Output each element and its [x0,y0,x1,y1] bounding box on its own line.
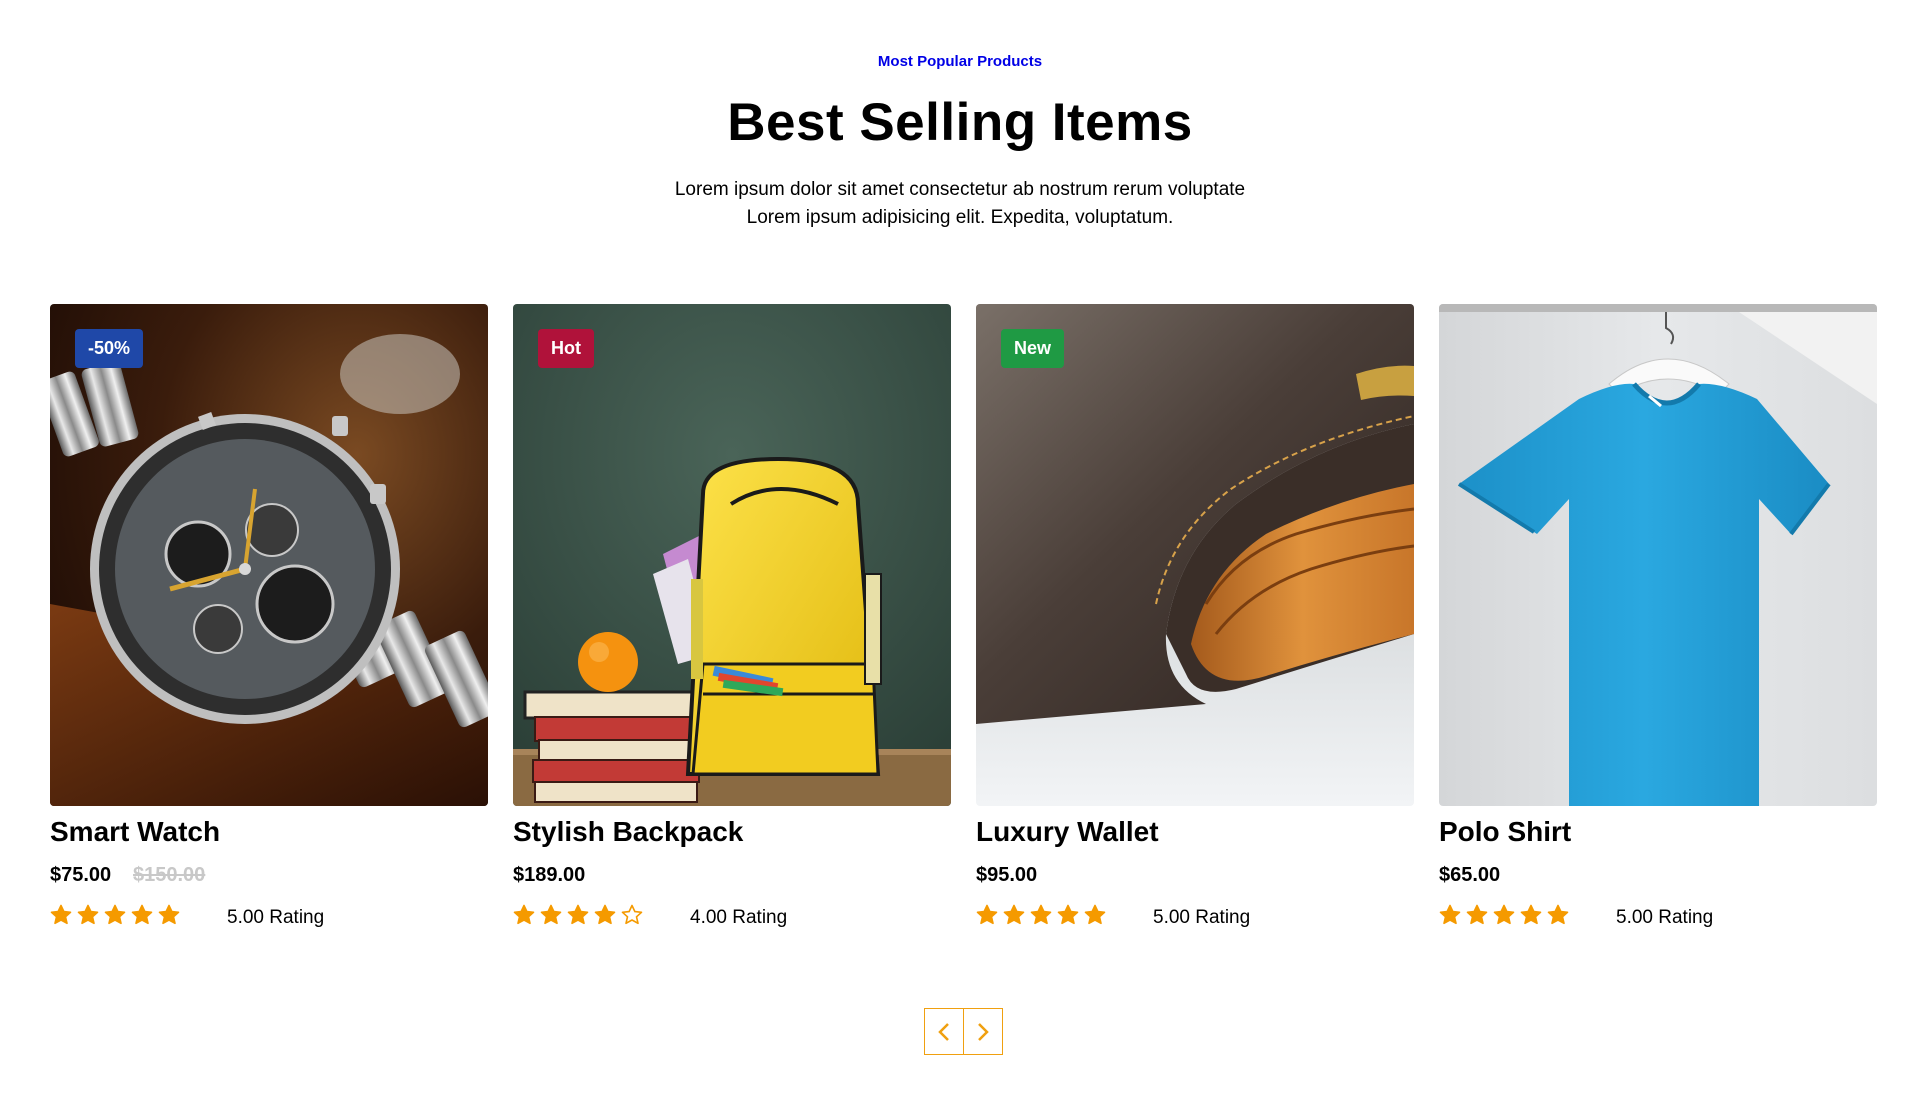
star-filled-icon [1084,904,1106,925]
star-filled-icon [104,904,126,925]
star-rating [976,904,1106,930]
product-grid: -50% Smart Watch $75.00 $150.00 5.00 Rat… [50,304,1878,944]
rating-text: 5.00 Rating [1616,907,1714,928]
star-outline-icon [621,904,643,925]
carousel-prev-button[interactable] [924,1008,964,1055]
product-old-price: $150.00 [133,864,206,886]
star-rating [50,904,180,930]
product-badge: Hot [538,329,594,368]
product-price: $189.00 [513,864,586,886]
product-image-link[interactable]: Hot [513,304,951,806]
backpack-image [513,304,951,806]
star-filled-icon [158,904,180,925]
carousel-pager [924,1008,1003,1055]
star-filled-icon [1003,904,1025,925]
product-card[interactable]: Polo Shirt $65.00 5.00 Rating [1439,304,1877,944]
carousel-next-button[interactable] [962,1008,1003,1055]
smart-watch-image [50,304,488,806]
product-price: $65.00 [1439,864,1501,886]
chevron-right-icon [977,1022,989,1041]
section-description: Lorem ipsum dolor sit amet consectetur a… [674,179,1246,228]
product-name[interactable]: Smart Watch [50,816,220,848]
star-filled-icon [77,904,99,925]
product-name[interactable]: Stylish Backpack [513,816,743,848]
rating-text: 5.00 Rating [227,907,325,928]
product-name[interactable]: Luxury Wallet [976,816,1159,848]
product-price: $95.00 [976,864,1038,886]
section-title: Best Selling Items [727,93,1193,152]
star-rating [1439,904,1569,930]
star-filled-icon [1547,904,1569,925]
product-image-link[interactable]: -50% [50,304,488,806]
product-badge: New [1001,329,1065,368]
product-image-link[interactable] [1439,304,1877,806]
star-rating [513,904,643,930]
product-name[interactable]: Polo Shirt [1439,816,1571,848]
product-badge: -50% [75,329,144,368]
rating-text: 4.00 Rating [690,907,788,928]
wallet-image [976,304,1414,806]
product-card[interactable]: New Luxury Wallet $95.00 5.00 Rating [976,304,1414,944]
star-filled-icon [1057,904,1079,925]
star-filled-icon [131,904,153,925]
product-image-link[interactable]: New [976,304,1414,806]
star-filled-icon [513,904,535,925]
star-filled-icon [1030,904,1052,925]
polo-shirt-image [1439,304,1877,806]
star-filled-icon [567,904,589,925]
product-card[interactable]: -50% Smart Watch $75.00 $150.00 5.00 Rat… [50,304,488,944]
product-price: $75.00 [50,864,112,886]
star-filled-icon [50,904,72,925]
product-card[interactable]: Hot Stylish Backpack $189.00 4.00 Rating [513,304,951,944]
star-filled-icon [1466,904,1488,925]
chevron-left-icon [938,1022,949,1041]
star-filled-icon [540,904,562,925]
star-filled-icon [594,904,616,925]
section-eyebrow: Most Popular Products [877,53,1043,70]
star-filled-icon [1520,904,1542,925]
rating-text: 5.00 Rating [1153,907,1251,928]
star-filled-icon [1439,904,1461,925]
star-filled-icon [976,904,998,925]
star-filled-icon [1493,904,1515,925]
